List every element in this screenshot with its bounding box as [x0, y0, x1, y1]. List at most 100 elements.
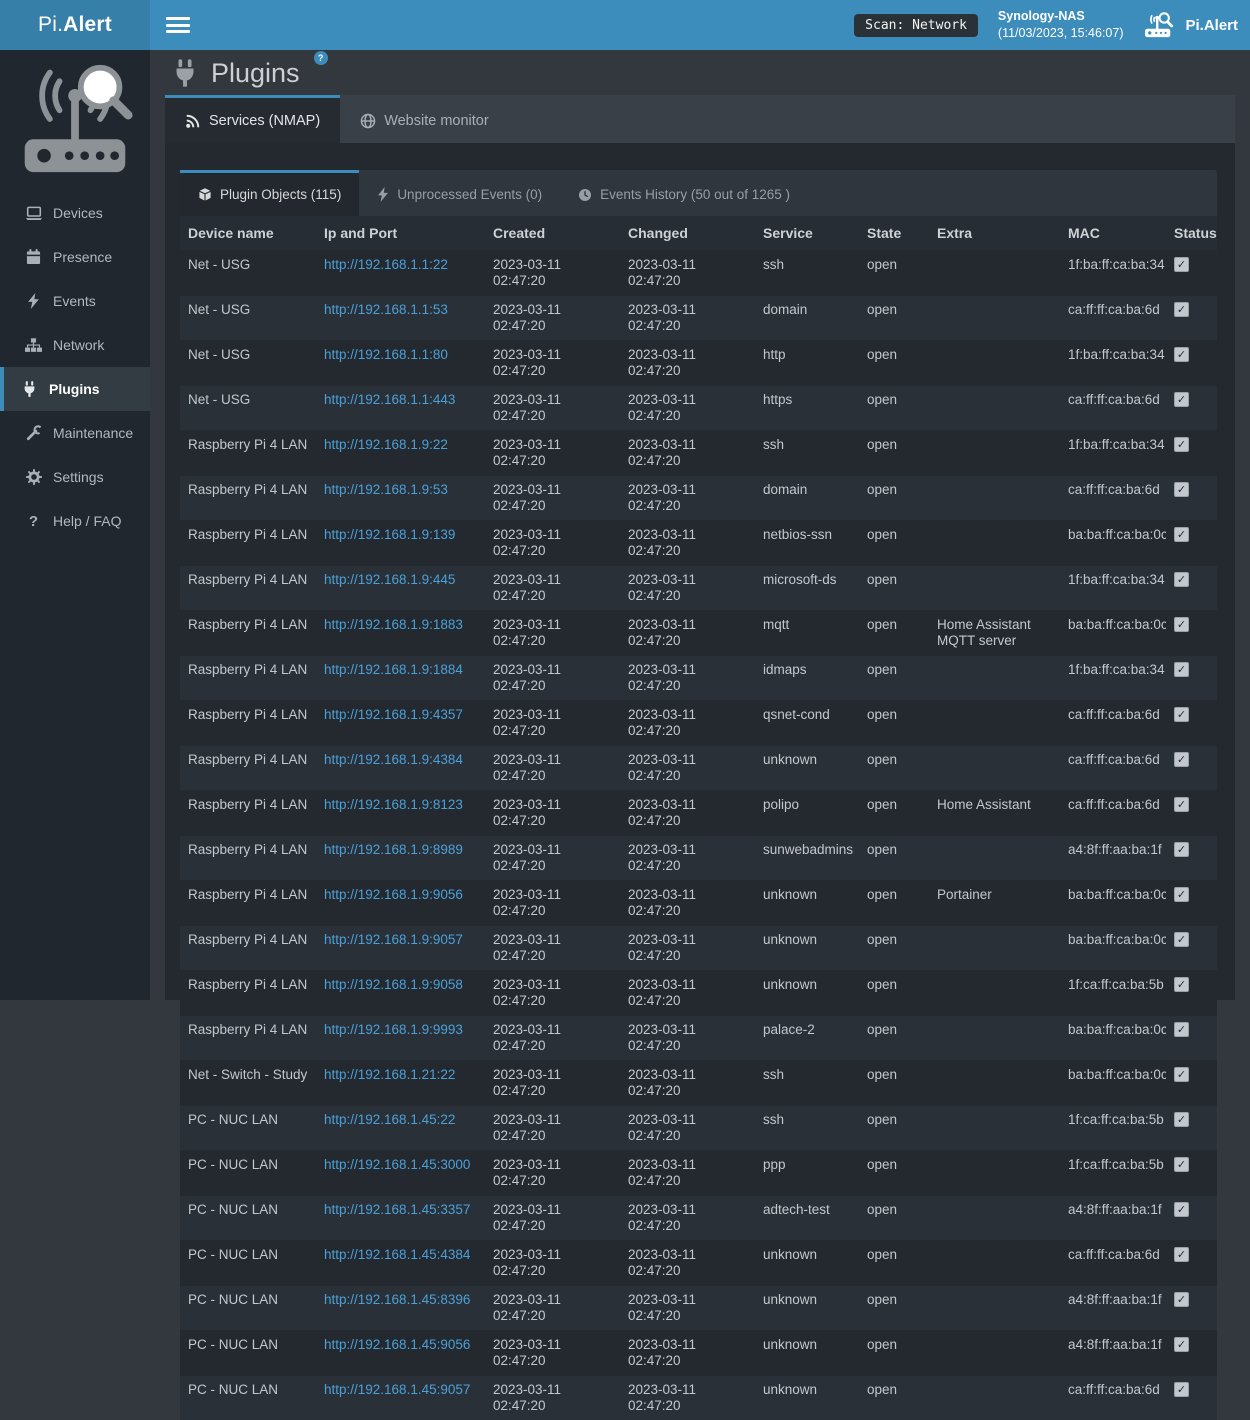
- help-badge[interactable]: ?: [314, 51, 328, 65]
- changed-cell: 2023-03-11 02:47:20: [620, 880, 755, 925]
- col-extra: Extra: [929, 216, 1060, 250]
- mac-cell: ca:ff:ff:ca:ba:6d: [1060, 1240, 1166, 1285]
- service-cell: adtech-test: [755, 1195, 859, 1240]
- ip-port-link[interactable]: http://192.168.1.45:9056: [324, 1337, 470, 1352]
- state-cell: open: [859, 385, 929, 430]
- ip-port-link[interactable]: http://192.168.1.9:53: [324, 482, 448, 497]
- status-checkbox[interactable]: ✓: [1174, 932, 1189, 947]
- status-checkbox[interactable]: ✓: [1174, 572, 1189, 587]
- sidebar-item-help[interactable]: Help / FAQ: [0, 499, 150, 543]
- app-logo[interactable]: Pi.Alert: [0, 0, 150, 50]
- state-cell: open: [859, 610, 929, 655]
- ip-port-link[interactable]: http://192.168.1.9:139: [324, 527, 455, 542]
- tab-services-nmap[interactable]: Services (NMAP): [165, 95, 340, 143]
- tab-unprocessed-events[interactable]: Unprocessed Events (0): [359, 170, 560, 216]
- status-checkbox[interactable]: ✓: [1174, 1292, 1189, 1307]
- ip-port-link[interactable]: http://192.168.1.1:443: [324, 392, 455, 407]
- table-row: PC - NUC LANhttp://192.168.1.45:30002023…: [180, 1150, 1217, 1195]
- sidebar-item-label: Settings: [53, 469, 104, 485]
- ip-port-cell: http://192.168.1.1:22: [316, 250, 485, 295]
- brand[interactable]: Pi.Alert: [1143, 11, 1238, 39]
- status-checkbox[interactable]: ✓: [1174, 797, 1189, 812]
- sidebar-item-network[interactable]: Network: [0, 323, 150, 367]
- app-logo-prefix: Pi.: [38, 13, 63, 37]
- mac-cell: ba:ba:ff:ca:ba:0c: [1060, 1060, 1166, 1105]
- status-checkbox[interactable]: ✓: [1174, 257, 1189, 272]
- ip-port-link[interactable]: http://192.168.1.9:22: [324, 437, 448, 452]
- ip-port-link[interactable]: http://192.168.1.9:1884: [324, 662, 463, 677]
- status-checkbox[interactable]: ✓: [1174, 707, 1189, 722]
- plugin-objects-table-body: Net - USGhttp://192.168.1.1:222023-03-11…: [180, 250, 1217, 1420]
- table-row: Raspberry Pi 4 LANhttp://192.168.1.9:905…: [180, 880, 1217, 925]
- sidebar-item-events[interactable]: Events: [0, 279, 150, 323]
- ip-port-link[interactable]: http://192.168.1.45:9057: [324, 1382, 470, 1397]
- status-checkbox[interactable]: ✓: [1174, 842, 1189, 857]
- state-cell: open: [859, 1330, 929, 1375]
- ip-port-link[interactable]: http://192.168.1.9:9057: [324, 932, 463, 947]
- service-cell: unknown: [755, 970, 859, 1015]
- status-checkbox[interactable]: ✓: [1174, 1337, 1189, 1352]
- status-checkbox[interactable]: ✓: [1174, 977, 1189, 992]
- status-checkbox[interactable]: ✓: [1174, 617, 1189, 632]
- status-checkbox[interactable]: ✓: [1174, 1022, 1189, 1037]
- sidebar-item-plugins[interactable]: Plugins: [0, 367, 150, 411]
- tab-plugin-objects[interactable]: Plugin Objects (115): [180, 170, 359, 216]
- sidebar-item-devices[interactable]: Devices: [0, 191, 150, 235]
- sidebar-item-settings[interactable]: Settings: [0, 455, 150, 499]
- plug-icon: [172, 59, 198, 87]
- ip-port-link[interactable]: http://192.168.1.45:3357: [324, 1202, 470, 1217]
- status-checkbox[interactable]: ✓: [1174, 1067, 1189, 1082]
- status-checkbox[interactable]: ✓: [1174, 482, 1189, 497]
- ip-port-link[interactable]: http://192.168.1.9:9056: [324, 887, 463, 902]
- mac-cell: ca:ff:ff:ca:ba:6d: [1060, 790, 1166, 835]
- changed-cell: 2023-03-11 02:47:20: [620, 385, 755, 430]
- status-cell: ✓: [1166, 970, 1217, 1015]
- ip-port-link[interactable]: http://192.168.1.45:22: [324, 1112, 455, 1127]
- ip-port-link[interactable]: http://192.168.1.45:3000: [324, 1157, 470, 1172]
- sidebar-item-maintenance[interactable]: Maintenance: [0, 411, 150, 455]
- service-cell: microsoft-ds: [755, 565, 859, 610]
- status-checkbox[interactable]: ✓: [1174, 1112, 1189, 1127]
- sidebar-toggle-button[interactable]: [166, 17, 190, 33]
- tab-label: Services (NMAP): [209, 113, 320, 129]
- ip-port-link[interactable]: http://192.168.1.9:1883: [324, 617, 463, 632]
- ip-port-link[interactable]: http://192.168.1.9:9993: [324, 1022, 463, 1037]
- status-checkbox[interactable]: ✓: [1174, 1157, 1189, 1172]
- status-checkbox[interactable]: ✓: [1174, 302, 1189, 317]
- tab-website-monitor[interactable]: Website monitor: [340, 95, 509, 143]
- status-checkbox[interactable]: ✓: [1174, 527, 1189, 542]
- ip-port-link[interactable]: http://192.168.1.9:8123: [324, 797, 463, 812]
- status-checkbox[interactable]: ✓: [1174, 1202, 1189, 1217]
- ip-port-link[interactable]: http://192.168.1.21:22: [324, 1067, 455, 1082]
- ip-port-cell: http://192.168.1.9:9058: [316, 970, 485, 1015]
- ip-port-link[interactable]: http://192.168.1.9:4357: [324, 707, 463, 722]
- ip-port-cell: http://192.168.1.9:139: [316, 520, 485, 565]
- device-name-cell: Raspberry Pi 4 LAN: [180, 790, 316, 835]
- ip-port-link[interactable]: http://192.168.1.45:8396: [324, 1292, 470, 1307]
- status-checkbox[interactable]: ✓: [1174, 662, 1189, 677]
- tab-events-history[interactable]: Events History (50 out of 1265 ): [560, 170, 808, 216]
- status-checkbox[interactable]: ✓: [1174, 347, 1189, 362]
- ip-port-link[interactable]: http://192.168.1.9:4384: [324, 752, 463, 767]
- status-checkbox[interactable]: ✓: [1174, 1382, 1189, 1397]
- col-changed: Changed: [620, 216, 755, 250]
- status-checkbox[interactable]: ✓: [1174, 1247, 1189, 1262]
- device-name-cell: Raspberry Pi 4 LAN: [180, 610, 316, 655]
- status-checkbox[interactable]: ✓: [1174, 437, 1189, 452]
- status-checkbox[interactable]: ✓: [1174, 752, 1189, 767]
- sidebar-item-presence[interactable]: Presence: [0, 235, 150, 279]
- ip-port-link[interactable]: http://192.168.1.9:445: [324, 572, 455, 587]
- ip-port-link[interactable]: http://192.168.1.45:4384: [324, 1247, 470, 1262]
- changed-cell: 2023-03-11 02:47:20: [620, 565, 755, 610]
- extra-cell: [929, 1195, 1060, 1240]
- status-checkbox[interactable]: ✓: [1174, 887, 1189, 902]
- ip-port-link[interactable]: http://192.168.1.1:22: [324, 257, 448, 272]
- created-cell: 2023-03-11 02:47:20: [485, 385, 620, 430]
- ip-port-link[interactable]: http://192.168.1.9:8989: [324, 842, 463, 857]
- topbar: Scan: Network Synology-NAS (11/03/2023, …: [150, 0, 1250, 50]
- ip-port-link[interactable]: http://192.168.1.9:9058: [324, 977, 463, 992]
- state-cell: open: [859, 520, 929, 565]
- ip-port-link[interactable]: http://192.168.1.1:53: [324, 302, 448, 317]
- status-checkbox[interactable]: ✓: [1174, 392, 1189, 407]
- ip-port-link[interactable]: http://192.168.1.1:80: [324, 347, 448, 362]
